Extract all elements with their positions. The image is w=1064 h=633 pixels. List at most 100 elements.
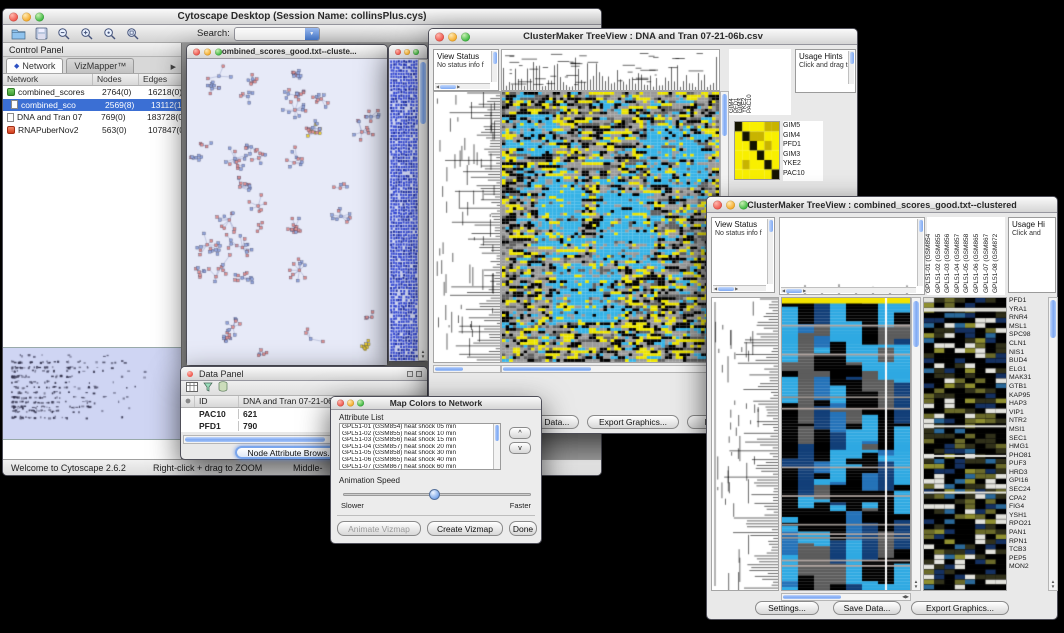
zoom-button[interactable] — [461, 32, 470, 41]
scrollbar-thumb[interactable] — [435, 367, 463, 371]
scrollbar-thumb[interactable] — [503, 367, 591, 371]
attribute-list-item[interactable]: GPL51-04 (GSM857) heat shock 20 min — [340, 444, 500, 451]
horizontal-scrollbar[interactable]: ◀▶ — [501, 365, 720, 373]
zoom-button[interactable] — [35, 12, 44, 21]
close-button[interactable] — [337, 400, 344, 407]
column-dendrogram-canvas[interactable] — [780, 218, 924, 294]
zoom-button[interactable] — [413, 49, 419, 55]
heatmap-canvas[interactable] — [782, 298, 910, 590]
close-button[interactable] — [9, 12, 18, 21]
treeview-titlebar[interactable]: ClusterMaker TreeView : combined_scores_… — [707, 197, 1057, 213]
network-graph-canvas[interactable] — [187, 59, 387, 365]
network-tree-row[interactable]: combined_sco2569(8)13112(15) — [3, 99, 181, 112]
network-tree-row[interactable]: DNA and Tran 07769(0)183728(0) — [3, 111, 181, 124]
mini-horizontal-scrollbar[interactable]: ◀▶ — [713, 285, 766, 291]
zoom-out-icon[interactable] — [55, 26, 73, 42]
mini-horizontal-scrollbar[interactable]: ◀▶ — [435, 83, 490, 89]
column-header-nodes[interactable]: Nodes — [93, 74, 139, 85]
minimize-button[interactable] — [404, 49, 410, 55]
attribute-list-item[interactable]: GPL51-01 (GSM854) heat shock 05 min — [340, 424, 500, 431]
close-button[interactable] — [435, 32, 444, 41]
save-data-button[interactable]: Save Data... — [833, 601, 901, 615]
slider-thumb[interactable] — [429, 489, 440, 500]
scrollbar-arrows-icon[interactable]: ▲▼ — [1049, 579, 1057, 589]
dense-network-titlebar[interactable] — [389, 45, 427, 59]
main-titlebar[interactable]: Cytoscape Desktop (Session Name: collins… — [3, 9, 601, 25]
attribute-list-item[interactable]: GPL51-05 (GSM858) heat shock 30 min — [340, 450, 500, 457]
search-dropdown-button[interactable]: ▼ — [305, 28, 319, 40]
network-tree-row[interactable]: combined_scores2764(0)16218(0) — [3, 86, 181, 99]
move-down-button[interactable]: v — [509, 442, 531, 454]
horizontal-scrollbar[interactable]: ◀▶ — [781, 593, 911, 601]
scrollbar-thumb[interactable] — [495, 425, 499, 441]
close-panel-icon[interactable] — [416, 371, 422, 377]
float-panel-icon[interactable] — [407, 371, 413, 377]
close-button[interactable] — [713, 200, 722, 209]
attribute-list-item[interactable]: GPL51-07 (GSM867) heat shock 60 min — [340, 464, 500, 470]
attribute-listbox[interactable]: GPL51-01 (GSM854) heat shock 05 minGPL51… — [339, 423, 501, 470]
mini-vertical-scrollbar[interactable] — [917, 219, 923, 286]
zoom-button[interactable] — [215, 48, 222, 55]
mini-horizontal-scrollbar[interactable]: ◀▶ — [781, 287, 916, 293]
summary-heatmap-canvas[interactable] — [735, 122, 779, 179]
settings-button[interactable]: Settings... — [755, 601, 819, 615]
scrollbar-arrows-icon[interactable]: ▲▼ — [912, 579, 920, 589]
close-button[interactable] — [193, 48, 200, 55]
scrollbar-thumb[interactable] — [783, 595, 841, 599]
done-button[interactable]: Done — [509, 521, 537, 536]
network-overview-canvas[interactable] — [7, 349, 177, 440]
zoom-button[interactable] — [357, 400, 364, 407]
tab-vizmapper[interactable]: VizMapper™ — [66, 58, 134, 73]
attribute-list-item[interactable]: GPL51-06 (GSM865) heat shock 40 min — [340, 457, 500, 464]
horizontal-scrollbar[interactable] — [433, 365, 501, 373]
scrollbar-arrows-icon[interactable]: ▲▼ — [419, 349, 427, 359]
mini-vertical-scrollbar[interactable] — [767, 219, 773, 284]
vertical-scrollbar[interactable]: ▲▼ — [911, 297, 921, 591]
attribute-list-item[interactable]: GPL51-02 (GSM855) heat shock 10 min — [340, 431, 500, 438]
column-header-icon[interactable] — [181, 396, 195, 407]
close-button[interactable] — [395, 49, 401, 55]
network-view-titlebar[interactable]: combined_scores_good.txt--cluste... — [187, 45, 387, 59]
minimize-button[interactable] — [22, 12, 31, 21]
search-input[interactable]: ▼ — [234, 27, 320, 41]
zoom-fit-icon[interactable] — [124, 26, 142, 42]
attribute-db-icon[interactable] — [218, 379, 228, 397]
dialog-titlebar[interactable]: Map Colors to Network — [331, 397, 541, 410]
column-header-network[interactable]: Network — [3, 74, 93, 85]
scrollbar-thumb[interactable] — [913, 301, 919, 347]
open-folder-icon[interactable] — [9, 26, 27, 42]
column-header-id[interactable]: ID — [195, 396, 239, 407]
vertical-scrollbar[interactable]: ▲▼ — [1048, 297, 1058, 591]
table-icon[interactable] — [186, 379, 198, 397]
minimize-button[interactable] — [347, 400, 354, 407]
column-header-edges[interactable]: Edges — [139, 74, 181, 85]
select-attributes-icon[interactable] — [203, 379, 213, 397]
mini-vertical-scrollbar[interactable] — [848, 51, 854, 84]
save-icon[interactable] — [32, 26, 50, 42]
minimize-button[interactable] — [726, 200, 735, 209]
tab-network[interactable]: ◆Network — [6, 58, 63, 73]
export-graphics-button[interactable]: Export Graphics... — [587, 415, 679, 429]
network-tree-row[interactable]: RNAPuberNov2563(0)107847(0) — [3, 124, 181, 137]
scrollbar-arrows-icon[interactable]: ◀▶ — [902, 594, 909, 600]
animation-speed-slider[interactable] — [341, 487, 533, 501]
minimize-button[interactable] — [448, 32, 457, 41]
vertical-scrollbar[interactable]: ▲▼ — [418, 59, 428, 361]
scrollbar-thumb[interactable] — [1050, 300, 1056, 338]
tab-overflow-arrow-icon[interactable]: ▶ — [171, 63, 181, 73]
scrollbar-thumb[interactable] — [722, 94, 727, 136]
row-dendrogram-canvas[interactable] — [434, 92, 500, 362]
export-graphics-button[interactable]: Export Graphics... — [911, 601, 1009, 615]
minimize-button[interactable] — [204, 48, 211, 55]
column-dendrogram-canvas[interactable] — [502, 50, 719, 90]
zoom-actual-icon[interactable] — [101, 26, 119, 42]
zoom-in-icon[interactable] — [78, 26, 96, 42]
scrollbar-thumb[interactable] — [185, 437, 325, 442]
attribute-list-item[interactable]: GPL51-03 (GSM856) heat shock 15 min — [340, 437, 500, 444]
heatmap-canvas[interactable] — [502, 92, 719, 362]
vertical-scrollbar[interactable] — [493, 424, 500, 469]
zoom-button[interactable] — [739, 200, 748, 209]
row-dendrogram-canvas[interactable] — [712, 298, 778, 590]
mini-vertical-scrollbar[interactable] — [491, 51, 497, 82]
dense-network-canvas[interactable] — [389, 59, 418, 361]
